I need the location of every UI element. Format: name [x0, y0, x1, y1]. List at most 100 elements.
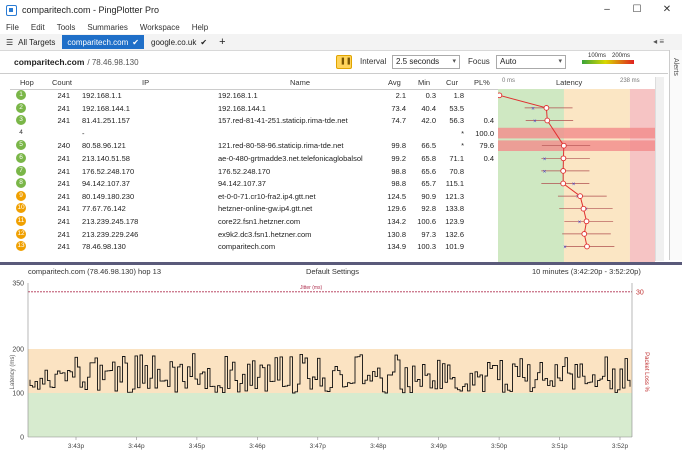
- panel-splitter[interactable]: [0, 262, 682, 265]
- table-row[interactable]: 4 - * 100.0: [10, 128, 498, 140]
- col-cur[interactable]: Cur: [446, 78, 458, 87]
- col-pl[interactable]: PL%: [474, 78, 490, 87]
- hop-count: 241: [57, 116, 70, 126]
- col-name[interactable]: Name: [290, 78, 310, 87]
- interval-select[interactable]: 2.5 seconds ▾: [392, 55, 460, 69]
- hop-cur: 123.9: [445, 217, 464, 226]
- table-row[interactable]: 6 241 213.140.51.58 ae-0-480-grtmadde3.net.…: [10, 153, 498, 165]
- col-avg[interactable]: Avg: [388, 78, 401, 87]
- hop-cur: 133.8: [445, 204, 464, 214]
- table-row[interactable]: 13 241 78.46.98.130 comparitech.com 134.9 100…: [10, 241, 498, 253]
- table-row[interactable]: 9 241 80.149.180.230 et-0-0-71.cr10-fra2.ip…: [10, 190, 498, 203]
- maximize-button[interactable]: ☐: [622, 0, 652, 20]
- hop-pl: 100.0: [475, 128, 494, 138]
- latency-scale-legend: 100ms 200ms: [582, 53, 634, 67]
- hop-name: ex9k2.dc3.fsn1.hetzner.com: [218, 229, 312, 239]
- col-latency[interactable]: Latency: [556, 78, 582, 87]
- hop-count: 241: [57, 242, 70, 252]
- current-latency-marker: ×: [572, 182, 576, 188]
- hop-number: 6: [16, 153, 26, 163]
- table-row[interactable]: 5 240 80.58.96.121 121.red-80-58-96.statici…: [10, 140, 498, 152]
- graph-header: comparitech.com (78.46.98.130) hop 13 De…: [0, 266, 668, 277]
- hop-avg: 129.6: [387, 204, 406, 214]
- col-ip[interactable]: IP: [142, 78, 149, 87]
- table-row[interactable]: 2 241 192.168.144.1 192.168.144.1 73.4 40.4 53…: [10, 102, 498, 115]
- minimize-button[interactable]: –: [592, 0, 622, 20]
- hop-avg: 124.5: [387, 191, 406, 201]
- hop-count: 241: [57, 229, 70, 239]
- latency-point: [584, 243, 590, 250]
- latency-point: [560, 180, 567, 187]
- graph-range-label[interactable]: 10 minutes (3:42:20p - 3:52:20p): [532, 267, 641, 276]
- menu-tools[interactable]: Tools: [51, 23, 82, 32]
- chevron-down-icon: ▾: [558, 58, 562, 65]
- hop-ip: 192.168.1.1: [82, 91, 122, 100]
- latency-point: [543, 105, 550, 111]
- table-row[interactable]: 7 241 176.52.248.170 176.52.248.170 98.8 65.6…: [10, 165, 498, 178]
- hop-number: 2: [16, 102, 26, 113]
- hop-min: 0.3: [425, 91, 436, 100]
- menu-bar: File Edit Tools Summaries Workspace Help: [0, 20, 682, 34]
- target-ip: / 78.46.98.130: [87, 57, 139, 67]
- tab-google[interactable]: google.co.uk ✔: [146, 35, 212, 49]
- latency-min-label: 0 ms: [502, 78, 516, 84]
- graph-settings-label[interactable]: Default Settings: [306, 267, 359, 276]
- hop-ip: 176.52.248.170: [82, 166, 135, 176]
- col-hop[interactable]: Hop: [20, 78, 34, 87]
- graph-target-label: comparitech.com (78.46.98.130) hop 13: [28, 267, 161, 276]
- menu-workspace[interactable]: Workspace: [134, 23, 186, 32]
- hop-ip: 80.149.180.230: [82, 191, 135, 201]
- interval-value: 2.5 seconds: [396, 57, 440, 66]
- table-row[interactable]: 12 241 213.239.229.246 ex9k2.dc3.fsn1.hetzn…: [10, 228, 498, 241]
- hop-cur: 121.3: [445, 191, 464, 201]
- interval-label: Interval: [360, 57, 387, 66]
- focus-select[interactable]: Auto ▾: [496, 55, 566, 69]
- table-row[interactable]: 1 241 192.168.1.1 192.168.1.1 2.1 0.3 1.8: [10, 90, 498, 102]
- hop-name: ae-0-480-grtmadde3.net.telefonicaglobals…: [218, 154, 363, 163]
- latency-zone-bad: [629, 89, 655, 264]
- scale-low-label: 100ms: [588, 53, 607, 59]
- target-bar: comparitech.com / 78.46.98.130 Interval …: [0, 51, 668, 74]
- check-icon: ✔: [200, 37, 208, 47]
- hop-avg: 98.8: [391, 166, 406, 176]
- tab-comparitech[interactable]: comparitech.com ✔: [62, 35, 144, 49]
- hop-cur: *: [461, 128, 464, 138]
- pause-button[interactable]: [336, 55, 352, 69]
- menu-help[interactable]: Help: [186, 23, 214, 32]
- hop-ip: 213.239.245.178: [82, 217, 139, 226]
- hop-count: 241: [57, 91, 70, 100]
- alerts-panel[interactable]: Alerts: [669, 50, 682, 260]
- x-tick-label: 3:49p: [431, 443, 448, 450]
- x-tick-label: 3:46p: [249, 443, 266, 450]
- latency-point: [581, 231, 588, 237]
- close-button[interactable]: ✕: [652, 0, 682, 20]
- hop-number: 12: [16, 228, 26, 239]
- menu-file[interactable]: File: [0, 23, 25, 32]
- col-count[interactable]: Count: [52, 78, 72, 87]
- table-row[interactable]: 8 241 94.142.107.37 94.142.107.37 98.8 65.7 11…: [10, 178, 498, 190]
- table-row[interactable]: 11 241 213.239.245.178 core22.fsn1.hetzner.…: [10, 216, 498, 228]
- hop-min: 100.3: [417, 242, 436, 252]
- x-tick-label: 3:50p: [491, 443, 508, 450]
- vertical-scrollbar[interactable]: [655, 77, 664, 261]
- tab-menu-icon[interactable]: ◂ ≡: [653, 37, 664, 46]
- table-row[interactable]: 10 241 77.67.76.142 hetzner-online-gw.ip4.g…: [10, 203, 498, 215]
- graph-zone-warn: [28, 349, 632, 393]
- tab-all-targets[interactable]: All Targets: [13, 35, 60, 49]
- latency-point: [560, 168, 567, 174]
- col-min[interactable]: Min: [418, 78, 430, 87]
- alerts-label: Alerts: [672, 58, 679, 76]
- jitter-label: Jitter (ms): [300, 285, 323, 291]
- new-tab-button[interactable]: +: [214, 35, 230, 49]
- hop-cur: 70.8: [449, 166, 464, 176]
- menu-edit[interactable]: Edit: [25, 23, 51, 32]
- latency-point: [544, 117, 551, 124]
- hop-cur: 71.1: [449, 154, 464, 163]
- table-row[interactable]: 3 241 81.41.251.157 157.red-81-41-251.stati…: [10, 115, 498, 127]
- latency-zone-warn: [563, 89, 630, 264]
- menu-summaries[interactable]: Summaries: [81, 23, 133, 32]
- hop-avg: 98.8: [391, 179, 406, 189]
- hop-number: 8: [16, 178, 26, 189]
- hop-ip: 213.239.229.246: [82, 229, 139, 239]
- hop-name: 157.red-81-41-251.staticip.rima-tde.net: [218, 116, 348, 126]
